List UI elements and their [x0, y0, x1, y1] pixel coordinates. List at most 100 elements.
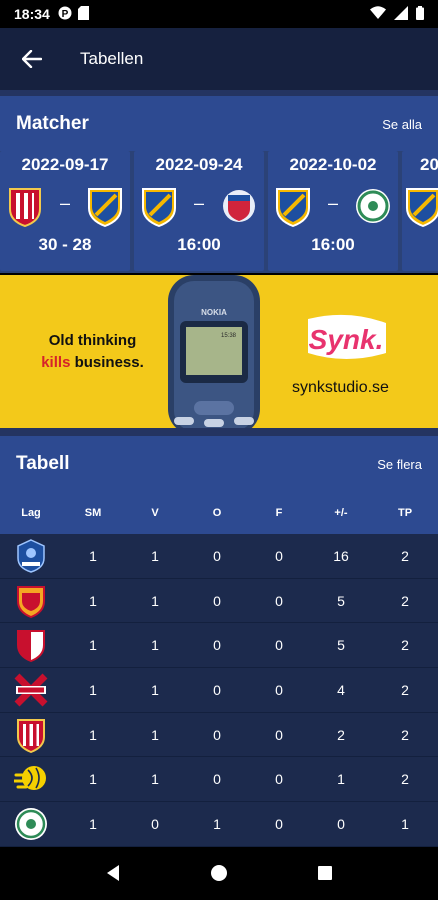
cell-o: 0 [213, 547, 221, 564]
green-white-crest-icon [15, 807, 47, 840]
cell-v: 1 [151, 771, 159, 788]
match-date: 2022-10-02 [289, 155, 377, 174]
cell-o: 1 [213, 815, 221, 832]
cell-v: 0 [151, 815, 159, 832]
match-card[interactable]: 2022-09-24 – 16:00 [134, 151, 264, 271]
col-tp: TP [397, 507, 413, 519]
col-sm: SM [84, 507, 102, 519]
cell-o: 0 [213, 681, 221, 698]
cell-tp: 1 [401, 815, 409, 832]
triangle-back-icon [106, 864, 119, 881]
blue-red-crest-icon [223, 190, 255, 222]
cell-f: 0 [275, 681, 283, 698]
status-time: 18:34 [14, 6, 50, 22]
green-white-crest-icon [356, 189, 390, 223]
synk-logo: Synk. [308, 314, 386, 359]
nav-recents-button[interactable] [317, 865, 333, 886]
table-row[interactable]: 1 1 0 0 5 2 [0, 578, 438, 624]
cell-tp: 2 [401, 681, 409, 698]
cell-f: 0 [275, 771, 283, 788]
phone-time: 15:38 [221, 333, 237, 339]
match-card[interactable]: 2022-09-17 – 30 - 28 [0, 151, 130, 271]
match-card[interactable]: 2022-10-02 – 16:00 [268, 151, 398, 271]
ad-slogan-line1: Old thinking [48, 332, 137, 349]
cell-v: 1 [151, 547, 159, 564]
match-result: 30 - 28 [38, 235, 92, 254]
back-button[interactable] [0, 28, 64, 90]
cell-sm: 1 [89, 681, 97, 698]
table-row[interactable]: 1 1 0 0 1 2 [0, 757, 438, 803]
matches-title: Matcher [16, 113, 89, 134]
blue-shield-crest-icon [17, 539, 45, 573]
match-result: 16:00 [311, 235, 355, 254]
cell-tp: 2 [401, 547, 409, 564]
cell-o: 0 [213, 592, 221, 609]
red-white-shield-crest-icon [17, 630, 45, 663]
cell-sm: 1 [89, 771, 97, 788]
cell-sm: 1 [89, 726, 97, 743]
table-row[interactable]: 1 1 0 0 2 2 [0, 712, 438, 758]
cell-o: 0 [213, 771, 221, 788]
cell-tp: 2 [401, 637, 409, 654]
circle-home-icon [210, 864, 227, 881]
arrow-left-icon [22, 50, 42, 68]
app-bar: Tabellen [0, 28, 438, 90]
match-card[interactable]: 20 [402, 151, 438, 271]
cell-diff: 4 [337, 681, 345, 698]
cell-f: 0 [275, 547, 283, 564]
table-row[interactable]: 1 0 1 0 0 1 [0, 802, 438, 847]
svg-text:Synk.: Synk. [309, 324, 384, 355]
ad-site: synkstudio.se [292, 379, 389, 396]
yellow-ball-crest-icon [14, 766, 46, 791]
table-title: Tabell [16, 453, 70, 474]
wifi-icon [370, 6, 386, 22]
signal-icon [394, 5, 408, 23]
table-column-headers: Lag SM V O F +/- TP [0, 492, 438, 534]
table-row[interactable]: 1 1 0 0 4 2 [0, 668, 438, 713]
red-white-crest-icon [17, 718, 45, 753]
divider [0, 428, 438, 436]
cell-sm: 1 [89, 592, 97, 609]
nav-back-button[interactable] [105, 864, 121, 887]
cell-v: 1 [151, 637, 159, 654]
cell-tp: 2 [401, 592, 409, 609]
table-row[interactable]: 1 1 0 0 5 2 [0, 623, 438, 669]
col-diff: +/- [334, 507, 348, 519]
ad-slogan-red: kills [41, 354, 71, 371]
red-orange-crest-icon [17, 585, 45, 618]
cell-sm: 1 [89, 637, 97, 654]
cell-f: 0 [275, 726, 283, 743]
cell-v: 1 [151, 592, 159, 609]
cell-diff: 2 [337, 726, 345, 743]
cell-o: 0 [213, 637, 221, 654]
see-all-link[interactable]: Se alla [382, 117, 422, 132]
standings-table: Lag SM V O F +/- TP 1 1 0 0 16 2 1 1 0 0… [0, 492, 438, 847]
col-lag: Lag [21, 507, 41, 519]
match-result: 16:00 [177, 235, 221, 254]
cell-v: 1 [151, 726, 159, 743]
nav-home-button[interactable] [210, 864, 228, 887]
cell-diff: 0 [337, 815, 345, 832]
matches-carousel[interactable]: 2022-09-17 – 30 - 28 2022-09-24 – 16:00 … [0, 151, 438, 273]
table-row[interactable]: 1 1 0 0 16 2 [0, 534, 438, 579]
col-v: V [151, 507, 159, 519]
blue-gold-crest-icon [88, 188, 122, 227]
cell-diff: 1 [337, 771, 345, 788]
cell-tp: 2 [401, 726, 409, 743]
col-f: F [275, 507, 283, 519]
cell-diff: 16 [333, 547, 349, 564]
cell-diff: 5 [337, 592, 345, 609]
see-more-link[interactable]: Se flera [377, 457, 422, 472]
phone-image: NOKIA 15:38 [168, 275, 260, 428]
matches-header: Matcher Se alla [0, 96, 438, 152]
match-date: 2022-09-17 [21, 155, 109, 174]
cell-sm: 1 [89, 547, 97, 564]
sd-card-icon [77, 5, 89, 23]
cell-tp: 2 [401, 771, 409, 788]
match-date: 2022-09-24 [155, 155, 243, 174]
red-x-crest-icon [14, 673, 48, 707]
cell-v: 1 [151, 681, 159, 698]
notification-p-icon: P [58, 6, 72, 23]
ad-banner[interactable]: Old thinking kills business. NOKIA 15:38… [0, 275, 438, 428]
cell-f: 0 [275, 637, 283, 654]
